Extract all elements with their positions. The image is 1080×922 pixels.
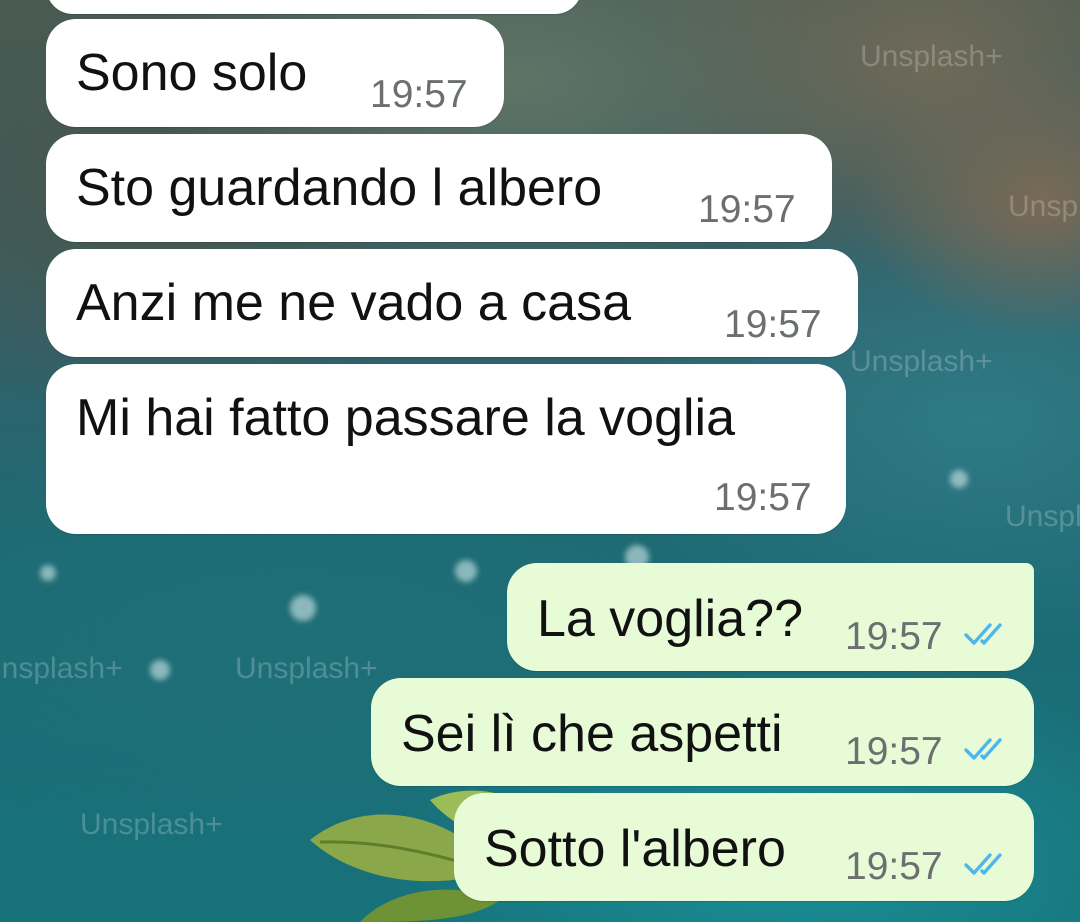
watermark: Unsplash+ [1005,500,1080,533]
watermark: Unsplash+ [0,652,123,685]
background-bokeh [290,595,316,621]
background-bokeh [950,470,968,488]
background-bokeh [40,565,56,581]
incoming-message-bubble[interactable]: Sto guardando l albero 19:57 [46,134,832,242]
message-timestamp: 19:57 [845,845,943,888]
message-timestamp: 19:57 [724,303,822,346]
incoming-message-bubble[interactable]: Mi hai fatto passare la voglia 19:57 [46,364,846,534]
message-text: Sono solo [76,44,308,102]
message-text: Mi hai fatto passare la voglia [76,389,736,447]
message-text: Sei lì che aspetti [401,705,783,763]
message-text: Sotto l'albero [484,820,786,878]
watermark: Unsplash+ [860,40,1003,73]
double-check-icon [964,853,1002,875]
message-bubble-partial [46,0,582,14]
watermark: Unsplash+ [850,345,993,378]
background-bokeh [455,560,477,582]
message-timestamp: 19:57 [698,188,796,231]
incoming-message-bubble[interactable]: Sono solo 19:57 [46,19,504,127]
incoming-message-bubble[interactable]: Anzi me ne vado a casa 19:57 [46,249,858,357]
double-check-icon [964,623,1002,645]
double-check-icon [964,738,1002,760]
watermark: Unsplash+ [80,808,223,841]
message-text: Anzi me ne vado a casa [76,274,631,332]
message-timestamp: 19:57 [370,73,468,116]
outgoing-message-bubble[interactable]: La voglia?? 19:57 [507,563,1034,671]
message-timestamp: 19:57 [714,476,812,519]
message-text: La voglia?? [537,590,803,648]
outgoing-message-bubble[interactable]: Sei lì che aspetti 19:57 [371,678,1034,786]
watermark: Unsplash+ [235,652,378,685]
message-timestamp: 19:57 [845,615,943,658]
message-timestamp: 19:57 [845,730,943,773]
outgoing-message-bubble[interactable]: Sotto l'albero 19:57 [454,793,1034,901]
watermark: Unsplash+ [1008,190,1080,223]
background-bokeh [150,660,170,680]
message-text: Sto guardando l albero [76,159,603,217]
